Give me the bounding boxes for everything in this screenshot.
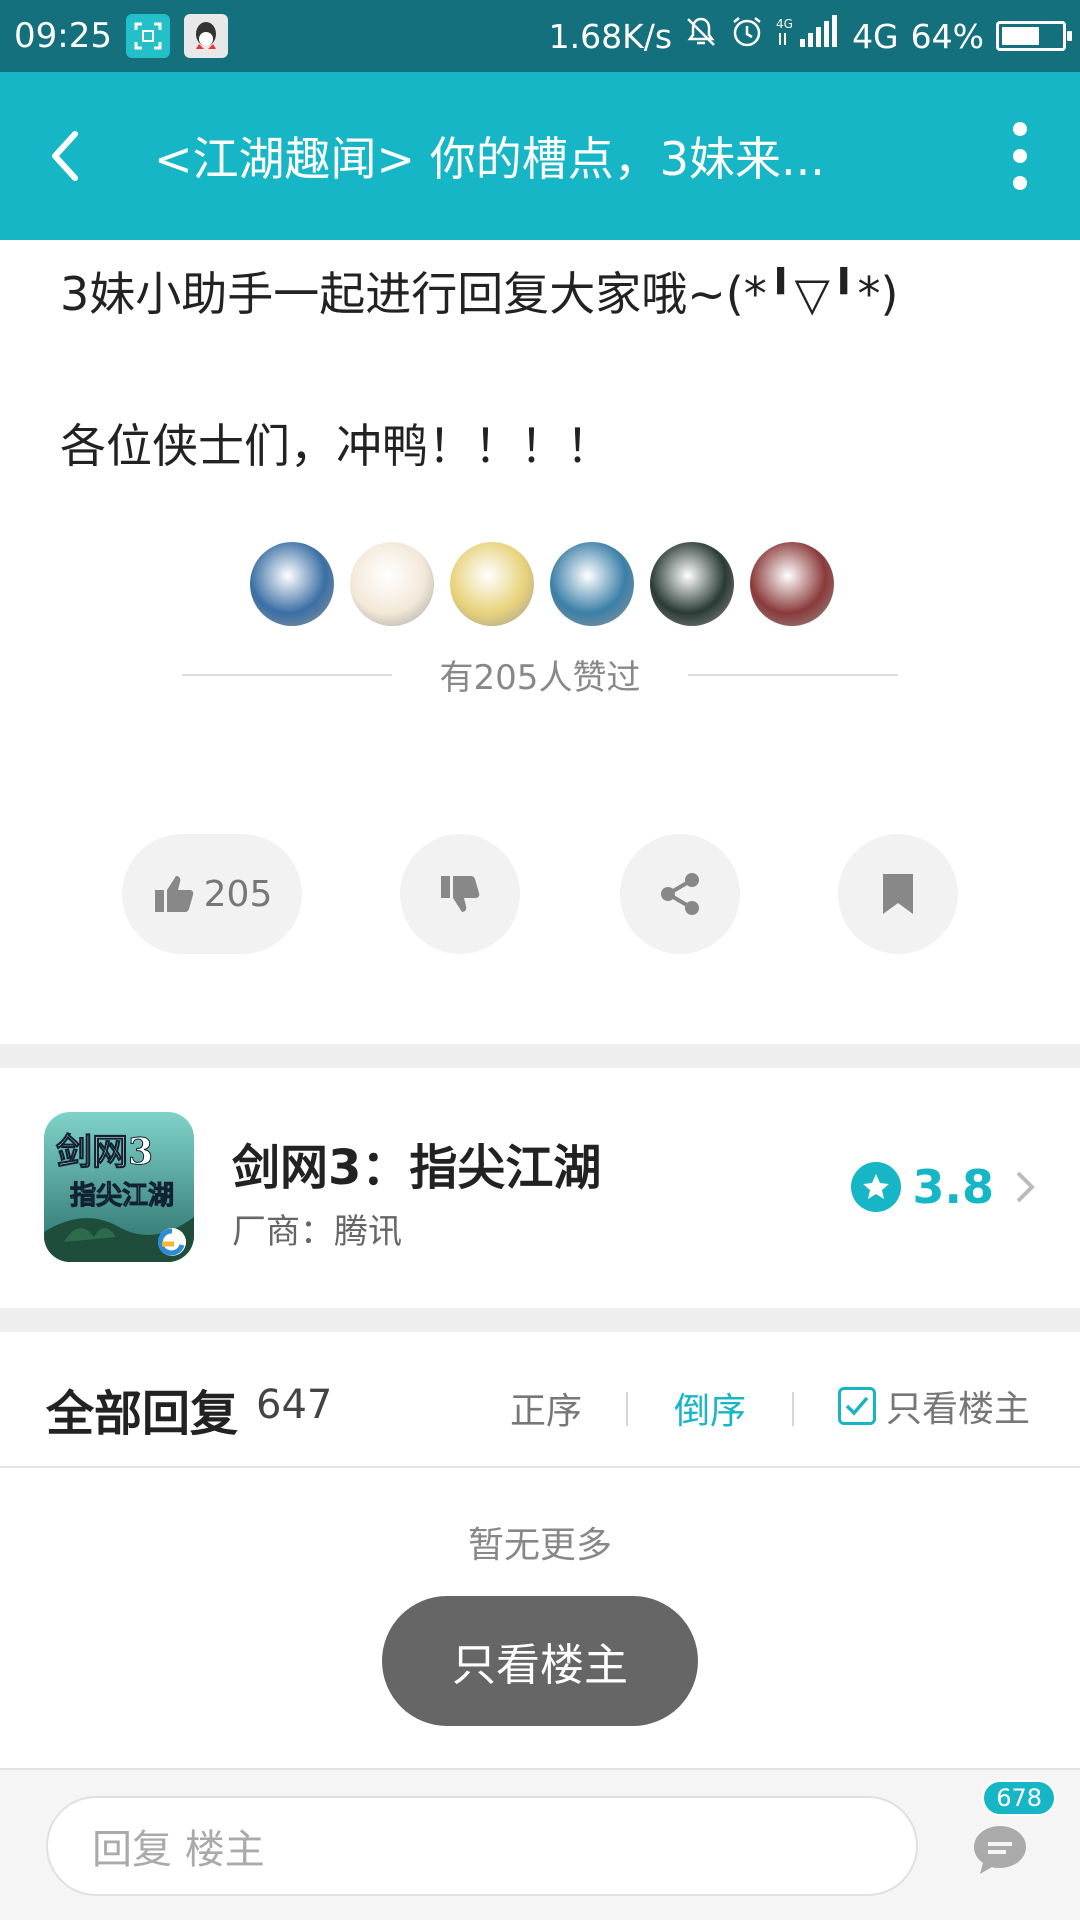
view-op-only-button[interactable]: 只看楼主 xyxy=(382,1596,698,1726)
game-vendor: 厂商：腾讯 xyxy=(232,1212,402,1252)
battery-icon xyxy=(996,21,1072,51)
back-button[interactable] xyxy=(0,72,130,240)
share-button[interactable] xyxy=(620,834,740,954)
game-icon: 剑网3 指尖江湖 xyxy=(44,1112,194,1262)
battery-percent: 64% xyxy=(910,16,984,56)
game-rating: 3.8 xyxy=(850,1160,1037,1214)
svg-text:剑网3: 剑网3 xyxy=(56,1131,153,1173)
back-arrow-icon xyxy=(52,131,78,181)
divider-line xyxy=(181,673,392,676)
section-divider xyxy=(0,1044,1080,1068)
section-divider xyxy=(0,1308,1080,1332)
screenshot-icon xyxy=(125,14,170,58)
rating-value: 3.8 xyxy=(912,1160,995,1214)
no-more-text: 暂无更多 xyxy=(467,1525,612,1566)
like-count: 205 xyxy=(203,873,273,915)
op-only-label: 只看楼主 xyxy=(886,1389,1031,1430)
share-icon xyxy=(661,873,699,915)
qq-icon xyxy=(183,14,228,58)
game-card[interactable]: 剑网3 指尖江湖 剑网3：指尖江湖 厂商：腾讯 3.8 xyxy=(0,1068,1080,1308)
separator xyxy=(792,1392,794,1426)
replies-header: 全部回复 647 正序 倒序 只看楼主 xyxy=(0,1332,1080,1468)
signal-icon: 4G xyxy=(776,15,840,57)
comment-icon xyxy=(974,1826,1026,1874)
op-only-toggle[interactable]: 只看楼主 xyxy=(838,1380,1030,1432)
replies-title: 全部回复 xyxy=(46,1386,239,1442)
post-text-line: 各位侠士们，冲鸭！！！！ xyxy=(60,419,612,473)
separator xyxy=(626,1392,628,1426)
bottom-bar: 回复 楼主 678 xyxy=(0,1768,1080,1920)
liker-avatar[interactable] xyxy=(750,542,834,626)
like-count-text: 有205人赞过 xyxy=(439,658,641,698)
sort-descending-button[interactable]: 倒序 xyxy=(674,1382,746,1434)
chevron-right-icon xyxy=(1016,1171,1035,1203)
replies-count: 647 xyxy=(256,1382,333,1428)
mute-icon xyxy=(684,15,718,57)
app-bar: <江湖趣闻> 你的槽点，3妹来... xyxy=(0,72,1080,240)
svg-text:4G: 4G xyxy=(776,17,793,31)
dislike-button[interactable] xyxy=(400,834,520,954)
liker-avatar[interactable] xyxy=(250,542,334,626)
reply-input[interactable]: 回复 楼主 xyxy=(46,1796,918,1896)
checkbox-checked-icon xyxy=(838,1387,876,1425)
alarm-icon xyxy=(730,15,764,57)
more-options-icon[interactable] xyxy=(1010,122,1030,190)
like-summary: 有205人赞过 xyxy=(0,650,1080,699)
bookmark-icon xyxy=(883,874,913,914)
bookmark-button[interactable] xyxy=(838,834,958,954)
page-title: <江湖趣闻> 你的槽点，3妹来... xyxy=(154,132,825,186)
star-icon xyxy=(850,1162,901,1212)
like-button[interactable]: 205 xyxy=(122,834,302,954)
thumbs-up-icon xyxy=(154,876,193,912)
divider-line xyxy=(688,673,899,676)
post-text-line: 3妹小助手一起进行回复大家哦~(*╹▽╹*) xyxy=(60,267,899,321)
comments-button[interactable] xyxy=(970,1820,1030,1880)
svg-text:指尖江湖: 指尖江湖 xyxy=(70,1181,174,1211)
sort-ascending-button[interactable]: 正序 xyxy=(510,1382,582,1434)
game-name: 剑网3：指尖江湖 xyxy=(232,1140,602,1196)
liker-avatar[interactable] xyxy=(450,542,534,626)
liker-avatars xyxy=(250,542,834,626)
status-bar: 09:25 1.68K/s 4G 4G 64% xyxy=(0,0,1080,72)
thumbs-down-icon xyxy=(441,876,480,912)
liker-avatar[interactable] xyxy=(350,542,434,626)
network-type: 4G xyxy=(852,16,899,56)
comment-count-badge: 678 xyxy=(982,1780,1056,1816)
liker-avatar[interactable] xyxy=(650,542,734,626)
status-time: 09:25 xyxy=(14,16,112,56)
liker-avatar[interactable] xyxy=(550,542,634,626)
network-speed: 1.68K/s xyxy=(548,16,673,56)
